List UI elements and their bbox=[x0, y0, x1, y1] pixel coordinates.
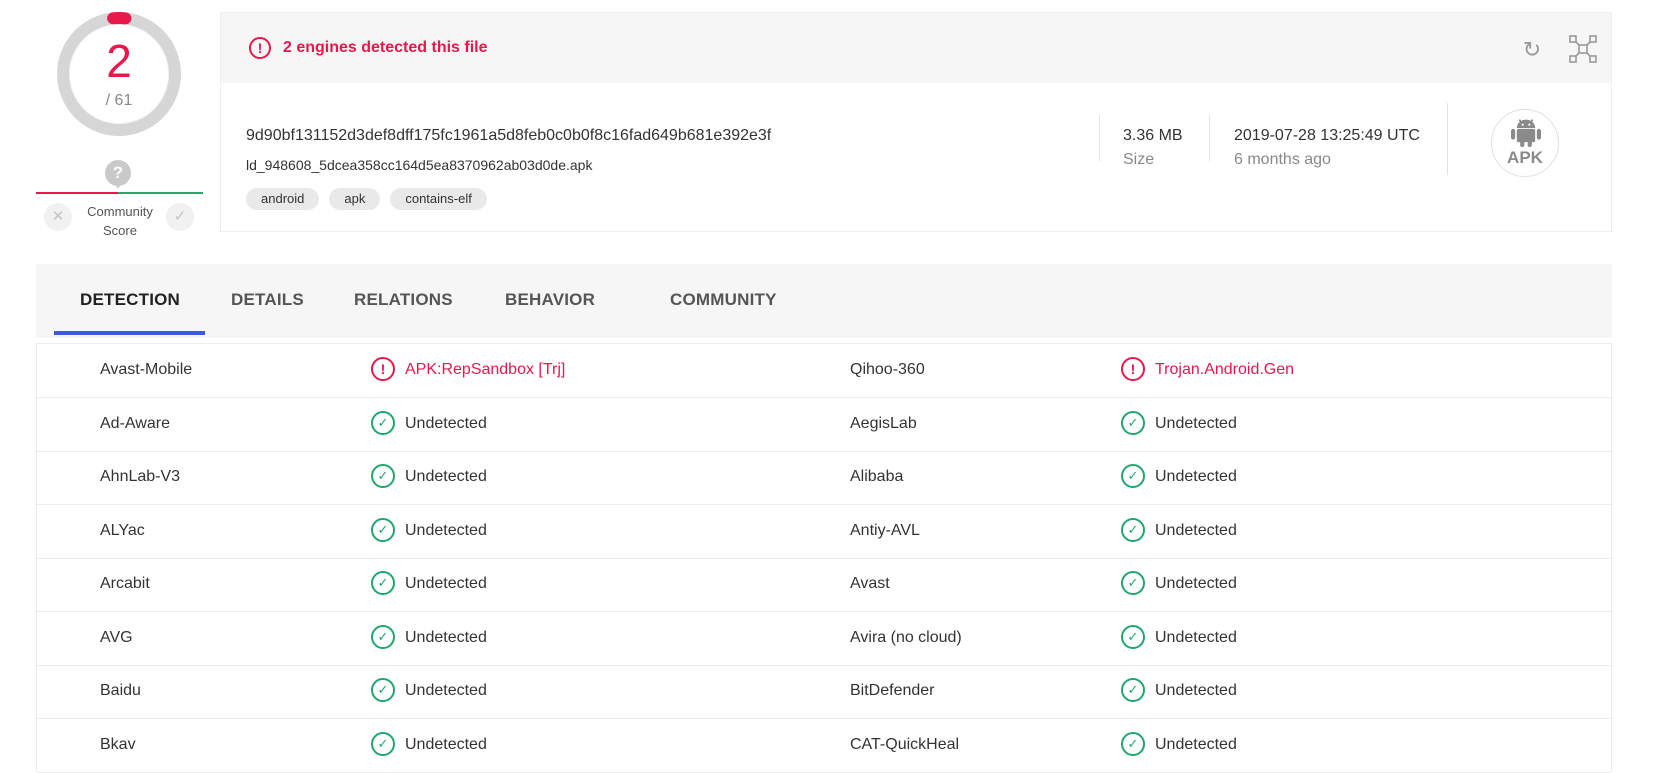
detection-score-widget: 2 / 61 ? ✕ Community Score ✓ bbox=[35, 10, 205, 240]
detection-result: Undetected bbox=[1155, 735, 1237, 753]
table-row: Ad-Aware ✓ Undetected AegisLab ✓ Undetected bbox=[37, 398, 1611, 452]
engine-name: Qihoo-360 bbox=[850, 361, 925, 378]
detection-result: Undetected bbox=[405, 735, 487, 753]
engine-name: Antiy-AVL bbox=[850, 521, 920, 539]
engine-name: AVG bbox=[100, 628, 133, 646]
detection-result: Undetected bbox=[405, 682, 487, 699]
detection-result: Undetected bbox=[1155, 575, 1237, 592]
check-circle-icon: ✓ bbox=[371, 410, 395, 435]
analysis-date-value: 2019-07-28 13:25:49 UTC bbox=[1234, 127, 1420, 144]
file-name: ld_948608_5dcea358cc164d5ea8370962ab03d0… bbox=[246, 157, 593, 173]
alert-circle-icon: ! bbox=[249, 37, 271, 59]
engine-name: Arcabit bbox=[100, 575, 150, 592]
engine-name: Baidu bbox=[100, 682, 141, 699]
file-size-value: 3.36 MB bbox=[1123, 127, 1183, 144]
file-size-label: Size bbox=[1123, 151, 1155, 168]
tag-contains-elf[interactable]: contains-elf bbox=[390, 188, 487, 210]
detection-result[interactable]: Trojan.Android.Gen bbox=[1155, 361, 1294, 379]
file-type-label: APK bbox=[1507, 148, 1543, 167]
engine-name: AegisLab bbox=[850, 414, 917, 432]
reanalyze-icon[interactable]: ↻ bbox=[1519, 37, 1545, 63]
engine-name: Alibaba bbox=[850, 468, 904, 485]
community-score-bar-positive bbox=[118, 192, 203, 194]
divider bbox=[1447, 103, 1448, 175]
check-circle-icon: ✓ bbox=[371, 624, 395, 649]
tab-relations[interactable]: RELATIONS bbox=[354, 290, 453, 310]
check-circle-icon: ✓ bbox=[1121, 624, 1145, 649]
engine-name: AhnLab-V3 bbox=[100, 468, 181, 485]
report-tabs: DETECTION DETAILS RELATIONS BEHAVIOR COM… bbox=[36, 264, 1612, 338]
check-circle-icon: ✓ bbox=[1121, 517, 1145, 542]
tab-behavior[interactable]: BEHAVIOR bbox=[505, 290, 595, 310]
vote-harmful-button[interactable]: ✕ bbox=[44, 203, 72, 231]
detection-result: Undetected bbox=[405, 521, 487, 539]
detection-alert-banner: ! 2 engines detected this file ↻ bbox=[221, 13, 1611, 83]
detection-result: Undetected bbox=[405, 628, 487, 646]
table-row: Avast-Mobile! APK:RepSandbox [Trj] Qihoo-3… bbox=[37, 344, 1611, 398]
checkmark-icon: ✓ bbox=[173, 208, 187, 225]
table-row: Bkav ✓ Undetected CAT-QuickHeal ✓ Undetected bbox=[37, 719, 1611, 773]
alert-circle-icon: ! bbox=[371, 357, 395, 381]
detection-result: Undetected bbox=[1155, 468, 1237, 485]
detection-count: 2 bbox=[106, 35, 132, 87]
tab-details[interactable]: DETAILS bbox=[231, 290, 304, 310]
engine-name: Ad-Aware bbox=[100, 414, 170, 432]
table-row: AhnLab-V3 ✓ Undetected Alibaba ✓ Undetected bbox=[37, 451, 1611, 505]
table-row: Arcabit ✓ Undetected Avast ✓ Undetected bbox=[37, 558, 1611, 612]
detection-result: Undetected bbox=[1155, 682, 1237, 699]
tag-apk[interactable]: apk bbox=[329, 188, 381, 210]
check-circle-icon: ✓ bbox=[1121, 731, 1145, 756]
detection-result[interactable]: APK:RepSandbox [Trj] bbox=[405, 361, 565, 379]
table-row: AVG ✓ Undetected Avira (no cloud) ✓ Undetecte… bbox=[37, 612, 1611, 666]
community-score-marker bbox=[114, 182, 122, 189]
graph-view-icon[interactable] bbox=[1568, 34, 1598, 64]
check-circle-icon: ✓ bbox=[371, 464, 395, 488]
tab-detection[interactable]: DETECTION bbox=[80, 290, 180, 310]
check-circle-icon: ✓ bbox=[1121, 464, 1145, 488]
community-score-label: Community Score bbox=[87, 204, 153, 238]
engine-name: Avast bbox=[850, 575, 890, 592]
community-score-bar-negative bbox=[36, 192, 118, 194]
file-type-badge: APK bbox=[1491, 109, 1559, 177]
engine-total: / 61 bbox=[105, 92, 133, 109]
active-tab-indicator bbox=[54, 331, 205, 335]
engine-name: Avast-Mobile bbox=[100, 361, 193, 378]
engine-name: CAT-QuickHeal bbox=[850, 735, 960, 753]
detection-result: Undetected bbox=[1155, 414, 1237, 432]
analysis-date-relative: 6 months ago bbox=[1234, 151, 1331, 168]
detection-result: Undetected bbox=[1155, 628, 1237, 646]
check-circle-icon: ✓ bbox=[1121, 678, 1145, 702]
check-circle-icon: ✓ bbox=[371, 571, 395, 595]
engine-name: Avira (no cloud) bbox=[850, 628, 962, 646]
tag-android[interactable]: android bbox=[246, 188, 320, 210]
file-summary-card: ! 2 engines detected this file ↻ 9d90bf1… bbox=[220, 12, 1612, 232]
tab-community[interactable]: COMMUNITY bbox=[670, 290, 777, 310]
check-circle-icon: ✓ bbox=[371, 517, 395, 542]
detection-result: Undetected bbox=[1155, 521, 1237, 539]
engine-name: BitDefender bbox=[850, 682, 935, 699]
engine-name: Bkav bbox=[100, 735, 136, 753]
check-circle-icon: ✓ bbox=[1121, 571, 1145, 595]
detection-alert-text: 2 engines detected this file bbox=[283, 39, 488, 56]
detection-result: Undetected bbox=[405, 414, 487, 432]
check-circle-icon: ✓ bbox=[371, 678, 395, 702]
close-icon: ✕ bbox=[51, 208, 65, 225]
divider bbox=[1099, 115, 1100, 161]
detection-table: Avast-Mobile! APK:RepSandbox [Trj] Qihoo-3… bbox=[36, 343, 1612, 773]
android-icon bbox=[1511, 119, 1541, 148]
engine-name: ALYac bbox=[100, 521, 145, 539]
detection-result: Undetected bbox=[405, 575, 487, 592]
alert-circle-icon: ! bbox=[1121, 357, 1145, 381]
file-tags: android apk contains-elf bbox=[246, 188, 487, 210]
detection-result: Undetected bbox=[405, 468, 487, 485]
check-circle-icon: ✓ bbox=[371, 731, 395, 756]
table-row: ALYac ✓ Undetected Antiy-AVL ✓ Undetected bbox=[37, 505, 1611, 559]
check-circle-icon: ✓ bbox=[1121, 410, 1145, 435]
divider bbox=[1209, 115, 1210, 161]
file-hash[interactable]: 9d90bf131152d3def8dff175fc1961a5d8feb0c0… bbox=[246, 127, 771, 145]
table-row: Baidu ✓ Undetected BitDefender ✓ Undetected bbox=[37, 665, 1611, 719]
vote-harmless-button[interactable]: ✓ bbox=[166, 203, 194, 231]
